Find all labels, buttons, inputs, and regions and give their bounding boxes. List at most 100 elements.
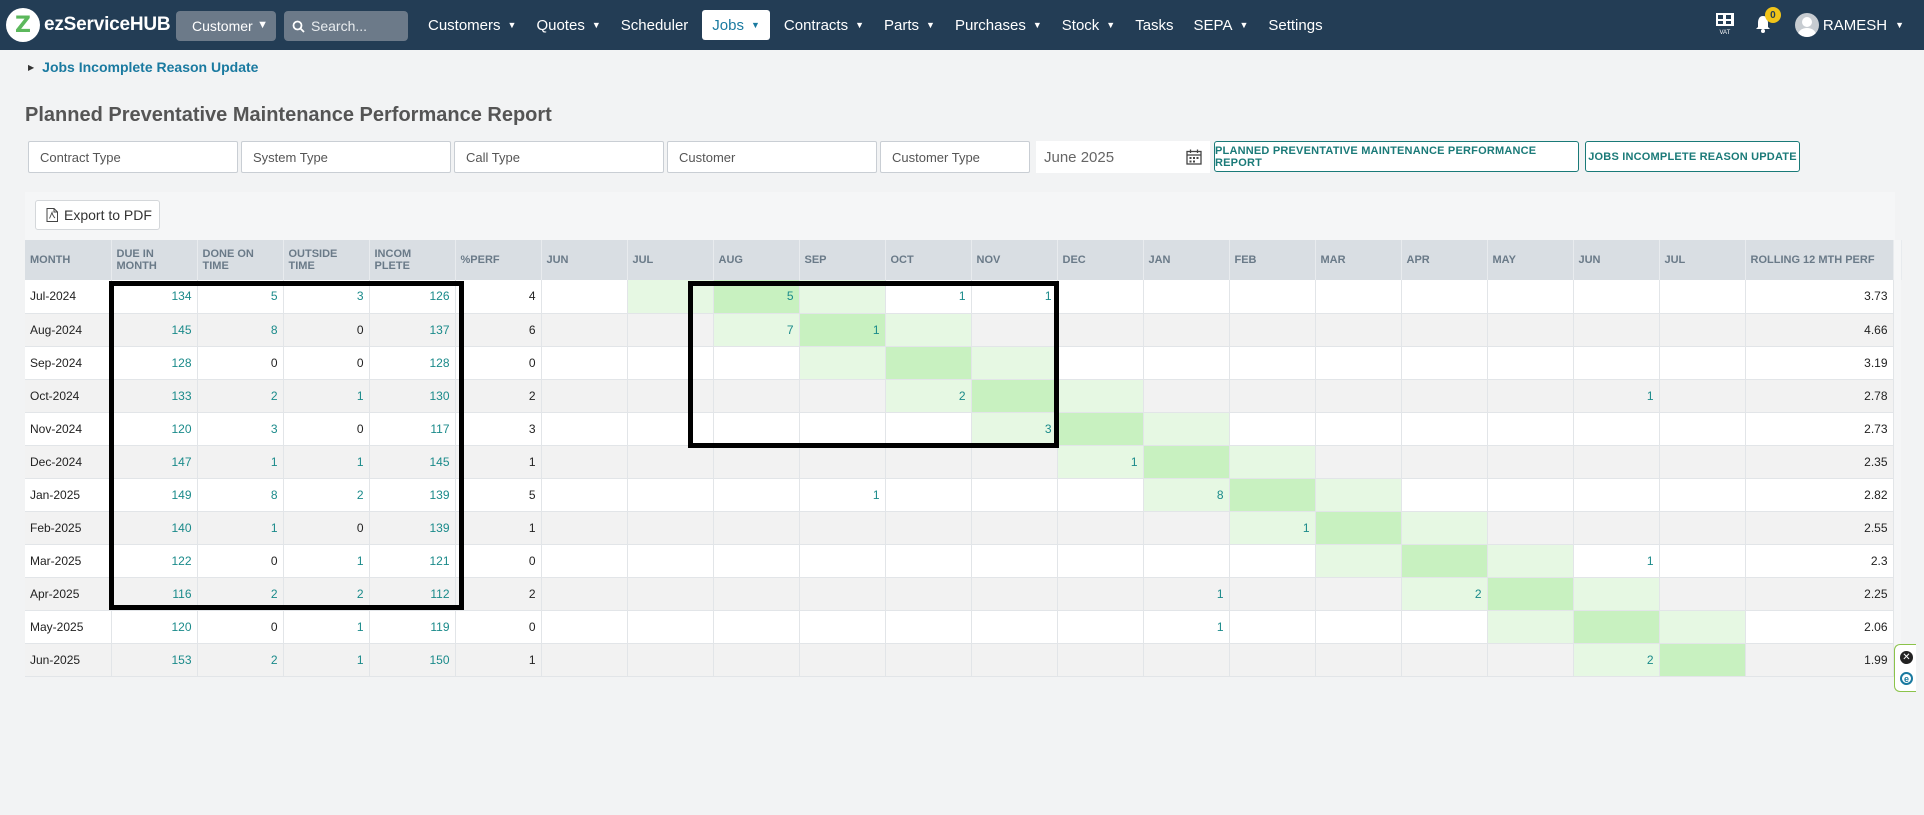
column-header[interactable]: NOV [971, 240, 1058, 280]
side-widget[interactable]: ✕ e [1894, 644, 1916, 692]
cell-month-value [1487, 610, 1574, 644]
cell-done[interactable]: 2 [197, 643, 284, 677]
column-header[interactable]: APR [1401, 240, 1488, 280]
cell-month-value [1229, 313, 1316, 347]
jobs-incomplete-reason-button[interactable]: JOBS INCOMPLETE REASON UPDATE [1585, 141, 1800, 172]
nav-item-scheduler[interactable]: Scheduler [611, 10, 699, 40]
calendar-icon[interactable] [1186, 149, 1202, 165]
column-header[interactable]: JAN [1143, 240, 1230, 280]
cell-month-value[interactable]: 2 [1401, 577, 1488, 611]
nav-item-stock[interactable]: Stock ▼ [1052, 10, 1125, 40]
cell-month-value[interactable]: 1 [1143, 577, 1230, 611]
column-header[interactable]: FEB [1229, 240, 1316, 280]
cell-month-value[interactable]: 1 [1229, 511, 1316, 545]
system-type-filter[interactable]: System Type [241, 141, 451, 173]
cell-month-value [885, 445, 972, 479]
cell-month-value [1315, 478, 1402, 512]
column-header[interactable]: JUN [1573, 240, 1660, 280]
period-date-input[interactable]: June 2025 [1036, 141, 1210, 173]
column-header[interactable]: OCT [885, 240, 972, 280]
cell-outside[interactable]: 1 [283, 610, 370, 644]
contract-type-filter[interactable]: Contract Type [28, 141, 238, 173]
cell-month-value [541, 379, 628, 413]
jobs-incomplete-reason-link[interactable]: ▶ Jobs Incomplete Reason Update [28, 59, 258, 75]
column-header[interactable]: JUL [1659, 240, 1746, 280]
cell-month-value[interactable]: 1 [1057, 445, 1144, 479]
scrollbar-gutter [1893, 379, 1901, 412]
search-input[interactable]: Search... [284, 11, 408, 41]
cell-month-value [1401, 445, 1488, 479]
cell-month-value[interactable]: 1 [1573, 379, 1660, 413]
cell-done[interactable]: 0 [197, 610, 284, 644]
column-header[interactable]: JUL [627, 240, 714, 280]
notification-bell[interactable]: 0 [1755, 7, 1781, 35]
cell-rolling-perf: 2.78 [1745, 379, 1894, 413]
cell-rolling-perf: 4.66 [1745, 313, 1894, 347]
cell-month-value [971, 544, 1058, 578]
nav-item-customers[interactable]: Customers ▼ [418, 10, 526, 40]
app-logo[interactable]: Z ezServiceHUB [6, 8, 171, 42]
call-type-filter[interactable]: Call Type [454, 141, 664, 173]
column-header[interactable]: MONTH [25, 240, 112, 280]
cell-incomplete[interactable]: 119 [369, 610, 456, 644]
customer-select[interactable]: Customer ▼ [176, 11, 276, 41]
vat-icon[interactable]: VAT [1713, 12, 1737, 38]
cell-month-value [1143, 544, 1230, 578]
column-header[interactable]: OUTSIDE TIME [283, 240, 370, 280]
cell-perf: 4 [455, 280, 542, 314]
ez-help-icon[interactable]: e [1900, 672, 1913, 685]
table-header-row: MONTH DUE IN MONTH DONE ON TIME OUTSIDE TIM… [25, 240, 1902, 280]
cell-month-value [541, 610, 628, 644]
column-header[interactable]: DEC [1057, 240, 1144, 280]
customer-type-filter[interactable]: Customer Type [880, 141, 1030, 173]
ppm-report-button[interactable]: PLANNED PREVENTATIVE MAINTENANCE PERFORM… [1214, 141, 1579, 172]
column-header[interactable]: INCOM PLETE [369, 240, 456, 280]
cell-month-value [1573, 577, 1660, 611]
nav-item-settings[interactable]: Settings [1258, 10, 1332, 40]
nav-item-quotes[interactable]: Quotes ▼ [526, 10, 610, 40]
cell-due[interactable]: 153 [111, 643, 198, 677]
column-header[interactable]: MAR [1315, 240, 1402, 280]
column-header[interactable]: DUE IN MONTH [111, 240, 198, 280]
column-header[interactable]: MAY [1487, 240, 1574, 280]
cell-month-value[interactable]: 8 [1143, 478, 1230, 512]
cell-perf: 1 [455, 445, 542, 479]
cell-month-value [1315, 544, 1402, 578]
cell-due[interactable]: 120 [111, 610, 198, 644]
chevron-down-icon: ▼ [507, 20, 517, 30]
cell-month-value [885, 544, 972, 578]
cell-month-value[interactable]: 2 [1573, 643, 1660, 677]
export-pdf-button[interactable]: Export to PDF [35, 200, 160, 230]
column-header[interactable]: AUG [713, 240, 800, 280]
chevron-down-icon: ▼ [1032, 20, 1042, 30]
customer-filter[interactable]: Customer [667, 141, 877, 173]
cell-month-value [1487, 412, 1574, 446]
cell-month-value [1659, 280, 1746, 314]
cell-month-value [1229, 412, 1316, 446]
column-header[interactable]: JUN [541, 240, 628, 280]
nav-item-purchases[interactable]: Purchases ▼ [945, 10, 1052, 40]
cell-month-value[interactable]: 1 [1573, 544, 1660, 578]
scrollbar-gutter [1893, 412, 1901, 445]
nav-item-jobs[interactable]: Jobs ▼ [702, 10, 770, 40]
cell-month-value [1659, 379, 1746, 413]
cell-month-value[interactable]: 1 [1143, 610, 1230, 644]
column-header[interactable]: SEP [799, 240, 886, 280]
nav-item-sepa[interactable]: SEPA ▼ [1184, 10, 1259, 40]
column-header[interactable]: %PERF [455, 240, 542, 280]
cell-month-value[interactable]: 1 [799, 478, 886, 512]
cell-month-value [799, 577, 886, 611]
cell-incomplete[interactable]: 150 [369, 643, 456, 677]
cell-outside[interactable]: 1 [283, 643, 370, 677]
cell-month-value [627, 577, 714, 611]
cell-month-value [1401, 610, 1488, 644]
user-menu[interactable]: RAMESH ▼ [1794, 13, 1904, 37]
column-header[interactable]: ROLLING 12 MTH PERF [1745, 240, 1894, 280]
column-header[interactable]: DONE ON TIME [197, 240, 284, 280]
nav-item-parts[interactable]: Parts ▼ [874, 10, 945, 40]
chevron-down-icon: ▼ [750, 20, 760, 30]
cell-month-value [1487, 346, 1574, 380]
nav-item-contracts[interactable]: Contracts ▼ [774, 10, 874, 40]
close-icon[interactable]: ✕ [1900, 651, 1913, 664]
nav-item-tasks[interactable]: Tasks [1125, 10, 1183, 40]
